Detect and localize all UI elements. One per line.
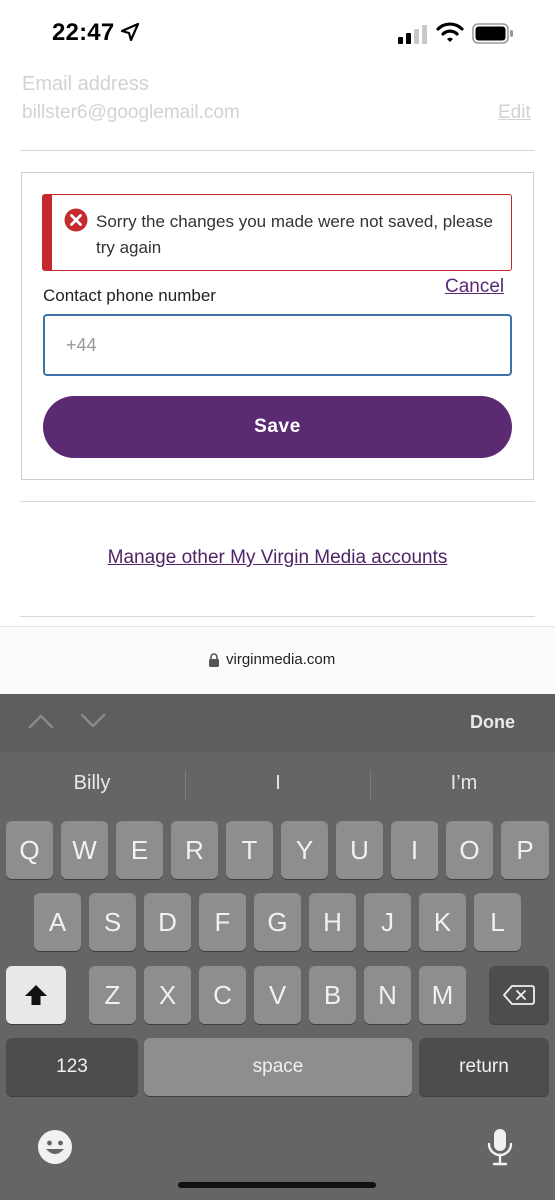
key-f[interactable]: F: [199, 893, 246, 951]
shift-key[interactable]: [6, 966, 66, 1024]
suggestion-divider: [185, 770, 186, 800]
key-e[interactable]: E: [116, 821, 163, 879]
key-g[interactable]: G: [254, 893, 301, 951]
key-k[interactable]: K: [419, 893, 466, 951]
key-z[interactable]: Z: [89, 966, 136, 1024]
save-button[interactable]: Save: [43, 396, 512, 458]
key-s[interactable]: S: [89, 893, 136, 951]
keyboard-done-button[interactable]: Done: [470, 712, 515, 733]
divider: [20, 150, 535, 151]
key-o[interactable]: O: [446, 821, 493, 879]
key-j[interactable]: J: [364, 893, 411, 951]
edit-email-link[interactable]: Edit: [498, 102, 531, 124]
key-d[interactable]: D: [144, 893, 191, 951]
phone-number-input[interactable]: [43, 314, 512, 376]
suggestion-item[interactable]: Billy: [32, 772, 152, 795]
status-time: 22:47: [52, 19, 115, 46]
location-arrow-icon: [120, 22, 140, 42]
backspace-key[interactable]: [489, 966, 549, 1024]
key-x[interactable]: X: [144, 966, 191, 1024]
email-address-label: Email address: [22, 73, 149, 95]
browser-url: virginmedia.com: [226, 651, 336, 668]
key-y[interactable]: Y: [281, 821, 328, 879]
battery-icon: [472, 23, 513, 44]
key-l[interactable]: L: [474, 893, 521, 951]
cellular-signal-icon: [398, 25, 427, 44]
divider: [20, 616, 535, 617]
numbers-key[interactable]: 123: [6, 1038, 138, 1096]
home-indicator: [178, 1182, 376, 1188]
wifi-icon: [436, 22, 464, 42]
manage-accounts-link[interactable]: Manage other My Virgin Media accounts: [0, 547, 555, 569]
divider: [20, 501, 535, 502]
key-q[interactable]: Q: [6, 821, 53, 879]
key-v[interactable]: V: [254, 966, 301, 1024]
key-p[interactable]: P: [501, 821, 549, 879]
backspace-icon: [503, 985, 535, 1005]
suggestion-item[interactable]: I: [218, 772, 338, 795]
email-address-value: billster6@googlemail.com: [22, 102, 240, 123]
suggestion-divider: [370, 770, 371, 800]
key-h[interactable]: H: [309, 893, 356, 951]
emoji-icon[interactable]: [37, 1129, 73, 1165]
cancel-link[interactable]: Cancel: [445, 276, 504, 298]
phone-number-label: Contact phone number: [43, 286, 216, 305]
key-c[interactable]: C: [199, 966, 246, 1024]
key-a[interactable]: A: [34, 893, 81, 951]
error-message: Sorry the changes you made were not save…: [96, 212, 493, 257]
key-n[interactable]: N: [364, 966, 411, 1024]
key-r[interactable]: R: [171, 821, 218, 879]
error-x-icon: [64, 208, 88, 232]
key-t[interactable]: T: [226, 821, 273, 879]
key-w[interactable]: W: [61, 821, 108, 879]
key-b[interactable]: B: [309, 966, 356, 1024]
lock-icon: [209, 653, 219, 667]
microphone-icon[interactable]: [486, 1127, 514, 1167]
return-key[interactable]: return: [419, 1038, 549, 1096]
previous-field-chevron-up-icon[interactable]: [28, 712, 54, 730]
next-field-chevron-down-icon[interactable]: [80, 712, 106, 730]
key-u[interactable]: U: [336, 821, 383, 879]
key-m[interactable]: M: [419, 966, 466, 1024]
space-key[interactable]: space: [144, 1038, 412, 1096]
key-i[interactable]: I: [391, 821, 438, 879]
suggestion-item[interactable]: I’m: [404, 772, 524, 795]
shift-arrow-icon: [25, 985, 47, 1005]
status-bar: 22:47: [0, 0, 555, 66]
